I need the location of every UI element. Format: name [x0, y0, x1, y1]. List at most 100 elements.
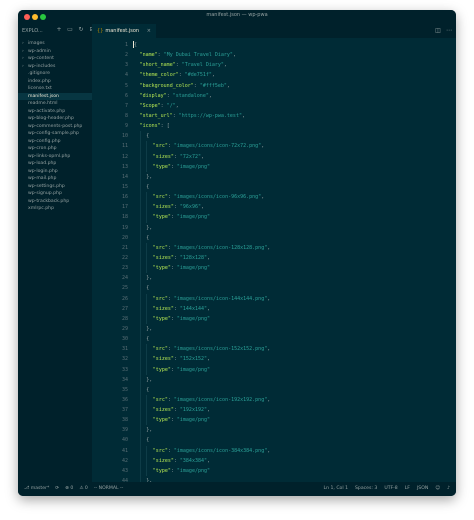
refresh-icon[interactable]: ↻ — [78, 27, 84, 33]
indent-guide — [139, 293, 141, 304]
json-string: "images/icons/icon-152x152.png" — [173, 346, 268, 353]
sidebar-item-wp-config-php[interactable]: wp-config.php — [18, 138, 92, 146]
code-line: 33 "type": "image/png" — [92, 364, 456, 375]
sidebar-item-manifest-json[interactable]: manifest.json — [18, 92, 92, 100]
file-tree: › images › wp-admin › wp-content › wp-includes.… — [18, 40, 92, 213]
sidebar-item-wp-config-sample-php[interactable]: wp-config-sample.php — [18, 130, 92, 138]
json-punctuation: , — [226, 82, 230, 89]
sidebar-item-wp-signup-php[interactable]: wp-signup.php — [18, 190, 92, 198]
sidebar-item-wp-blog-header-php[interactable]: wp-blog-header.php — [18, 115, 92, 123]
line-number: 27 — [121, 305, 128, 312]
line-content: { — [146, 435, 149, 445]
tree-item-label: wp-signup.php — [28, 191, 62, 196]
indent-guide — [139, 334, 141, 345]
split-editor-icon[interactable]: ◫ — [435, 28, 441, 34]
line-content: }, — [146, 223, 152, 233]
errors-count[interactable]: ⊗ 0 — [65, 482, 73, 496]
line-content: "src": "images/icons/icon-192x192.png", — [153, 395, 270, 405]
code-view[interactable]: 1{2 "name": "My Dubai Travel Diary", 3 "sho… — [92, 40, 456, 496]
sidebar-item-license-txt[interactable]: license.txt — [18, 85, 92, 93]
line-number: 11 — [121, 143, 128, 150]
line-content: "src": "images/icons/icon-72x72.png", — [153, 141, 264, 151]
cursor-position[interactable]: Ln 1, Col 1 — [324, 482, 348, 496]
json-string: "#fff5eb" — [199, 82, 227, 89]
indent-guide — [146, 415, 148, 426]
indent-guide — [139, 161, 141, 172]
indent-guide — [139, 445, 141, 456]
tab-close-icon[interactable]: × — [147, 24, 151, 38]
explorer-actions: + ▭ ↻ ⊟ — [56, 27, 95, 33]
bell-icon[interactable]: ♪ — [447, 482, 450, 496]
code-line: 10 { — [92, 131, 456, 142]
indentation[interactable]: Spaces: 3 — [355, 482, 377, 496]
tab-manifest-json[interactable]: {} manifest.json × — [92, 24, 156, 38]
sidebar-item-wp-settings-php[interactable]: wp-settings.php — [18, 183, 92, 191]
line-content: { — [146, 182, 149, 192]
language-mode[interactable]: JSON — [417, 482, 428, 496]
sidebar-item-wp-trackback-php[interactable]: wp-trackback.php — [18, 198, 92, 206]
new-folder-icon[interactable]: ▭ — [67, 27, 73, 33]
line-number: 3 — [124, 62, 128, 69]
sidebar-item-wp-cron-php[interactable]: wp-cron.php — [18, 145, 92, 153]
sidebar-item-gitignore[interactable]: .gitignore — [18, 70, 92, 78]
json-punctuation: { — [134, 42, 138, 48]
indent-guide — [146, 212, 148, 223]
git-branch[interactable]: ⎇ master* — [24, 482, 49, 496]
indent-guide — [139, 303, 141, 314]
sidebar-item-wp-includes[interactable]: › wp-includes — [18, 63, 92, 71]
json-key: "type" — [152, 214, 171, 221]
json-key: "short_name" — [139, 62, 176, 69]
json-punctuation: { — [146, 234, 150, 241]
line-number: 2 — [124, 52, 128, 59]
indent-guide — [139, 415, 141, 426]
sidebar-item-wp-load-php[interactable]: wp-load.php — [18, 160, 92, 168]
sidebar-item-wp-login-php[interactable]: wp-login.php — [18, 168, 92, 176]
line-number: 32 — [121, 356, 128, 363]
json-file-icon: {} — [97, 28, 104, 34]
line-number: 29 — [121, 325, 128, 332]
sidebar-item-wp-mail-php[interactable]: wp-mail.php — [18, 175, 92, 183]
json-punctuation: , — [267, 447, 271, 454]
sidebar-item-wp-activate-php[interactable]: wp-activate.php — [18, 108, 92, 116]
json-punctuation: }, — [146, 376, 153, 383]
json-string: "128x128" — [179, 254, 207, 261]
encoding[interactable]: UTF-8 — [384, 482, 397, 496]
code-line: 39}, — [92, 425, 456, 436]
line-content: { — [146, 233, 149, 243]
indent-guide — [139, 171, 141, 182]
indent-guide — [139, 222, 141, 233]
line-number: 26 — [121, 295, 128, 302]
sidebar-item-wp-admin[interactable]: › wp-admin — [18, 48, 92, 56]
new-file-icon[interactable]: + — [56, 27, 62, 33]
tree-item-label: wp-login.php — [28, 168, 58, 174]
tree-item-label: wp-config-sample.php — [28, 131, 79, 136]
json-key: "type" — [152, 315, 171, 322]
smiley-icon[interactable]: ☺ — [435, 482, 440, 496]
line-content: }, — [146, 273, 152, 283]
indent-guide — [139, 252, 141, 264]
sidebar-item-wp-links-opml-php[interactable]: wp-links-opml.php — [18, 153, 92, 161]
indent-guide — [146, 293, 148, 304]
json-key: "src" — [152, 447, 168, 454]
more-actions-icon[interactable]: ⋯ — [446, 28, 452, 34]
tree-item-label: .gitignore — [28, 71, 50, 76]
line-endings[interactable]: LF — [405, 482, 410, 496]
sidebar-item-wp-content[interactable]: › wp-content — [18, 55, 92, 63]
sidebar-item-readme-html[interactable]: readme.html — [18, 100, 92, 108]
json-string: "https://wp-pwa.test" — [178, 112, 242, 119]
sidebar-item-xmlrpc-php[interactable]: xmlrpc.php — [18, 205, 92, 213]
sidebar-item-index-php[interactable]: index.php — [18, 78, 92, 86]
json-punctuation: , — [267, 346, 271, 353]
indent-guide — [146, 242, 148, 253]
json-key: "sizes" — [152, 457, 174, 464]
sidebar-item-wp-comments-post-php[interactable]: wp-comments-post.php — [18, 123, 92, 131]
sync-icon[interactable]: ⟳ — [55, 482, 59, 496]
sidebar-item-images[interactable]: › images — [18, 40, 92, 48]
json-string: "image/png" — [176, 265, 211, 272]
code-line: 36 "src": "images/icons/icon-192x192.png"… — [92, 394, 456, 406]
line-number: 10 — [121, 133, 128, 140]
warnings-count[interactable]: ⚠ 0 — [79, 482, 88, 496]
json-key: "type" — [152, 467, 171, 474]
line-number: 18 — [121, 214, 128, 221]
json-punctuation: , — [223, 62, 227, 69]
